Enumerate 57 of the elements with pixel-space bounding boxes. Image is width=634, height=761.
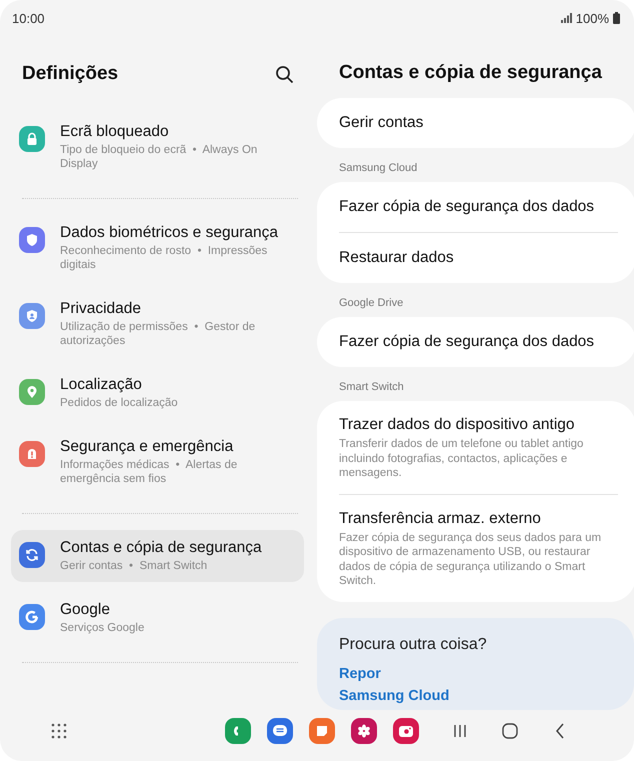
settings-item[interactable]: Localização Pedidos de localização — [11, 367, 304, 419]
option-row[interactable]: Restaurar dados — [339, 232, 618, 283]
notes-app-icon[interactable] — [309, 718, 335, 744]
signal-icon — [560, 13, 572, 23]
settings-title: Definições — [22, 63, 118, 85]
flower-app-icon[interactable] — [351, 718, 377, 744]
settings-item[interactable]: Google Serviços Google — [11, 592, 304, 644]
option-title: Trazer dados do dispositivo antigo — [339, 416, 576, 434]
item-subtitle: Gerir contas • Smart Switch — [60, 559, 208, 573]
option-title: Gerir contas — [339, 114, 424, 132]
item-subtitle: Pedidos de localização — [60, 396, 178, 410]
settings-item[interactable]: Segurança e emergência Informações médicas • Alertas de emergência sem fios — [11, 429, 304, 495]
home-icon — [502, 723, 518, 739]
item-subtitle: Serviços Google — [60, 621, 144, 635]
item-subtitle: Reconhecimento de rosto • Impressões digitais — [60, 244, 268, 272]
section-header: Samsung Cloud — [338, 161, 418, 176]
back-icon — [555, 723, 565, 739]
option-title: Fazer cópia de segurança dos dados — [339, 198, 596, 216]
item-title: Segurança e emergência — [60, 438, 234, 456]
phone-app-icon[interactable] — [225, 718, 251, 744]
option-row[interactable]: Fazer cópia de segurança dos dados — [339, 317, 618, 367]
item-subtitle: Utilização de permissões • Gestor de autorizações — [60, 320, 256, 348]
item-title: Ecrã bloqueado — [60, 123, 170, 141]
camera-app-icon[interactable] — [393, 718, 419, 744]
option-title: Fazer cópia de segurança dos dados — [339, 333, 596, 351]
option-title: Transferência armaz. externo — [339, 510, 542, 528]
section-header: Google Drive — [338, 296, 404, 311]
settings-item[interactable]: Contas e cópia de segurança Gerir contas • Smart Switch — [11, 530, 304, 582]
option-title: Restaurar dados — [339, 249, 455, 267]
item-title: Localização — [60, 376, 143, 394]
item-subtitle: Informações médicas • Alertas de emergência sem fios — [60, 458, 238, 486]
status-time: 10:00 — [12, 10, 45, 26]
option-row[interactable]: Trazer dados do dispositivo antigo Transferir dados de um telefone ou tablet antigo incluindo fotografias, contactos, aplicações e mensagens. — [339, 401, 618, 494]
battery-percentage: 100% — [576, 10, 609, 26]
page-title: Contas e cópia de segurança — [339, 62, 602, 83]
item-subtitle: Tipo de bloqueio do ecrã • Always On Display — [60, 143, 258, 171]
option-description: Fazer cópia de segurança dos seus dados para um dispositivo de armazenamento USB, ou restaurar dados de cópia de segurança utilizando o Smart Switch. — [339, 530, 602, 588]
search-icon — [275, 64, 294, 84]
settings-item[interactable]: Ecrã bloqueado Tipo de bloqueio do ecrã • Always On Display — [11, 114, 304, 180]
item-title: Google — [60, 601, 111, 619]
recents-icon — [453, 724, 467, 738]
settings-item[interactable]: Dados biométricos e segurança Reconhecimento de rosto • Impressões digitais — [11, 215, 304, 281]
suggestions-title: Procura outra coisa? — [339, 636, 488, 654]
option-row[interactable]: Transferência armaz. externo Fazer cópia de segurança dos seus dados para um dispositivo de armazenamento USB, ou restaurar dados de cópia de segurança utilizando o Smart Switch. — [339, 494, 618, 602]
option-row[interactable]: Fazer cópia de segurança dos dados — [339, 182, 618, 232]
option-row[interactable]: Gerir contas — [339, 98, 618, 148]
section-header: Smart Switch — [338, 380, 405, 395]
suggestion-link[interactable]: Samsung Cloud — [339, 688, 612, 704]
battery-icon — [613, 12, 620, 24]
apps-grid-icon — [51, 723, 67, 739]
item-title: Dados biométricos e segurança — [60, 224, 279, 242]
settings-item[interactable]: Privacidade Utilização de permissões • Gestor de autorizações — [11, 291, 304, 357]
item-title: Contas e cópia de segurança — [60, 539, 262, 557]
suggestion-link[interactable]: Repor — [339, 666, 612, 682]
option-description: Transferir dados de um telefone ou tablet antigo incluindo fotografias, contactos, aplicações e mensagens. — [339, 437, 584, 480]
message-app-icon[interactable] — [267, 718, 293, 744]
item-title: Privacidade — [60, 300, 142, 318]
